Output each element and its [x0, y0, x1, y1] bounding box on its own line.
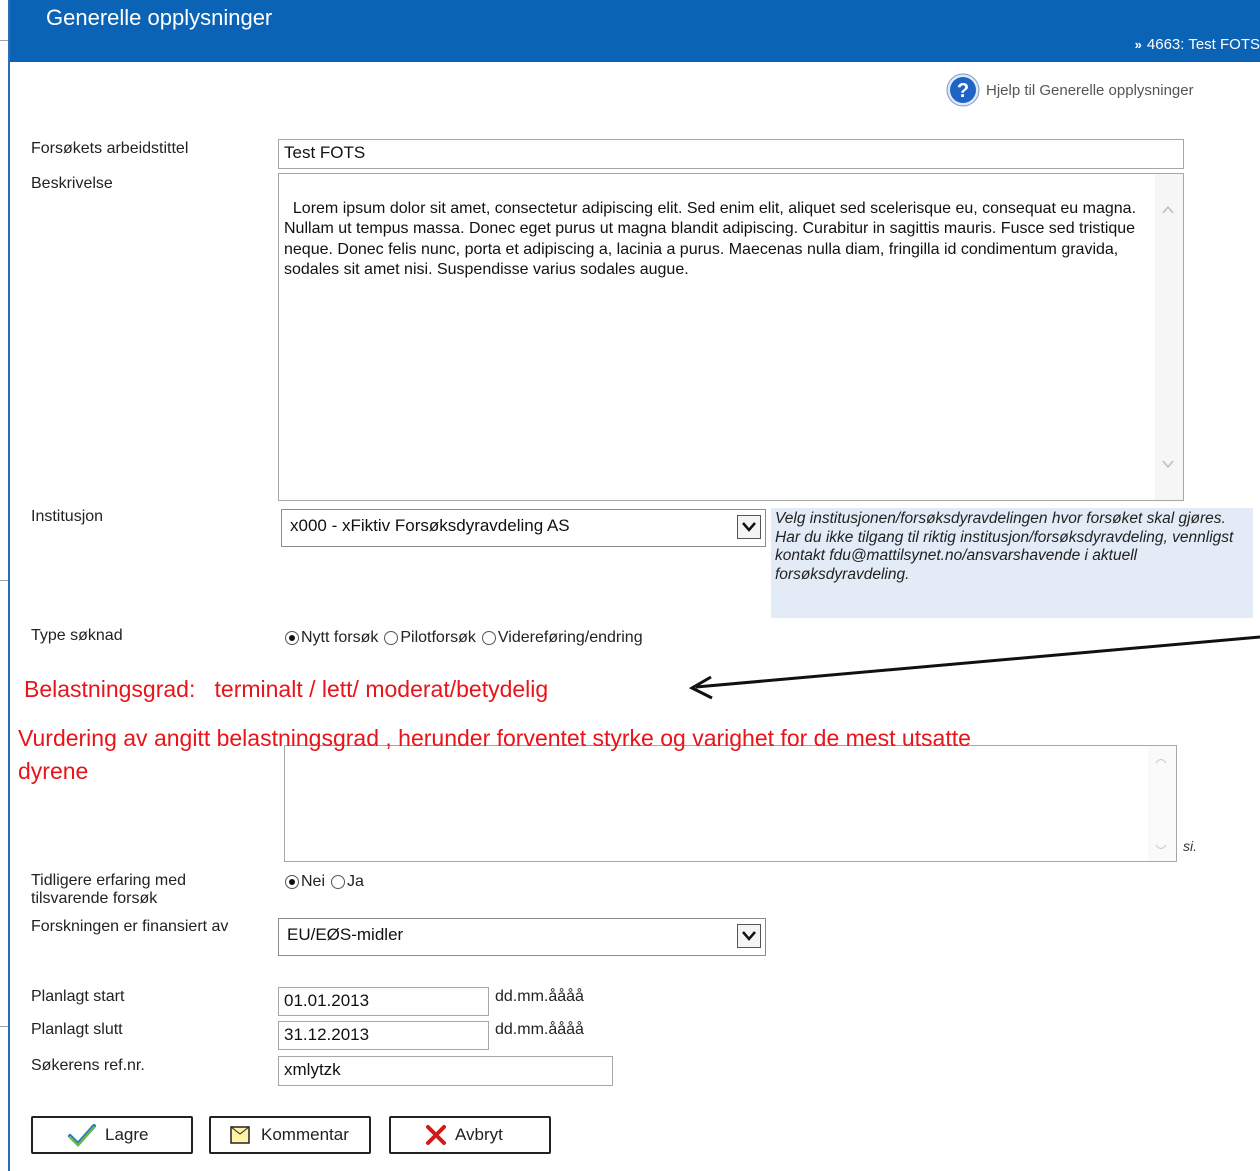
note-icon	[230, 1126, 250, 1144]
select-arrow-button[interactable]	[737, 924, 761, 948]
assessment-scrollbar[interactable]	[1148, 746, 1176, 861]
end-label: Planlagt slutt	[31, 1021, 123, 1038]
chevron-down-icon[interactable]	[1155, 842, 1167, 854]
annotation-arrow	[688, 635, 1260, 700]
chevron-up-icon[interactable]	[1155, 754, 1167, 766]
cancel-label: Avbryt	[455, 1125, 503, 1144]
funding-label: Forskningen er finansiert av	[31, 918, 229, 935]
comment-button[interactable]: Kommentar	[209, 1116, 371, 1154]
experience-label-line1: Tidligere erfaring med	[31, 872, 187, 889]
checkmark-icon	[68, 1124, 96, 1147]
save-button[interactable]: Lagre	[31, 1116, 193, 1154]
assessment-trailing-text: si.	[1183, 838, 1197, 854]
date-format-hint: dd.mm.åååå	[495, 1021, 584, 1038]
save-label: Lagre	[105, 1125, 149, 1144]
date-format-hint: dd.mm.åååå	[495, 988, 584, 1005]
end-date-input[interactable]: 31.12.2013	[278, 1021, 489, 1050]
ref-label: Søkerens ref.nr.	[31, 1057, 145, 1074]
radio-nei[interactable]	[285, 875, 299, 889]
chevron-down-icon	[742, 931, 756, 941]
assessment-annotation: Vurdering av angitt belastningsgrad , he…	[18, 722, 971, 788]
experience-label: Tidligere erfaring med tilsvarende forsø…	[31, 872, 186, 908]
ref-input[interactable]: xmlytzk	[278, 1056, 613, 1086]
assessment-annotation-line1: Vurdering av angitt belastningsgrad , he…	[18, 725, 971, 751]
start-date-input[interactable]: 01.01.2013	[278, 987, 489, 1016]
funding-value: EU/EØS-midler	[287, 925, 404, 944]
start-label: Planlagt start	[31, 988, 125, 1005]
radio-label: Nei	[301, 873, 326, 890]
radio-label: Ja	[347, 873, 364, 890]
cancel-button[interactable]: Avbryt	[389, 1116, 551, 1154]
experience-radio-group: Nei Ja	[281, 873, 364, 891]
assessment-annotation-line2: dyrene	[18, 758, 89, 784]
comment-label: Kommentar	[261, 1125, 349, 1144]
funding-select[interactable]: EU/EØS-midler	[278, 918, 766, 956]
experience-label-line2: tilsvarende forsøk	[31, 890, 158, 907]
close-icon	[426, 1125, 446, 1145]
radio-ja[interactable]	[331, 875, 346, 889]
